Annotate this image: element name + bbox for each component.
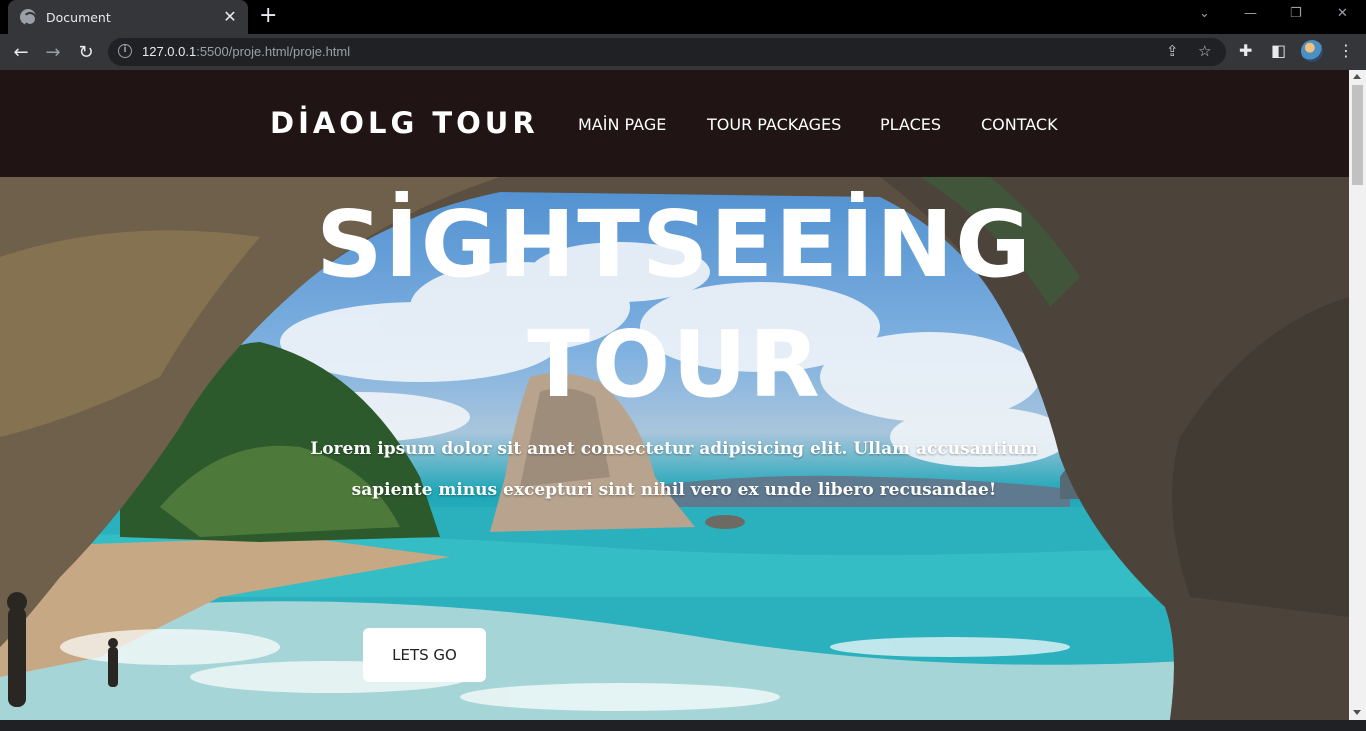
nav-contact[interactable]: CONTACK <box>981 115 1058 134</box>
tab-strip: Document ✕ + ⌄ — ❐ ✕ <box>0 0 1366 34</box>
sidepanel-icon[interactable]: ◧ <box>1271 41 1286 60</box>
hero-description-line2: sapiente minus excepturi sint nihil vero… <box>351 480 997 500</box>
forward-icon[interactable]: → <box>41 40 65 64</box>
scrollbar-thumb[interactable] <box>1352 85 1363 185</box>
hero-description-line1: Lorem ipsum dolor sit amet consectetur a… <box>310 439 1038 459</box>
url-text[interactable]: 127.0.0.1:5500/proje.html/proje.html <box>142 44 350 59</box>
hero-section: SİGHTSEEİNG TOUR Lorem ipsum dolor sit a… <box>0 177 1349 720</box>
plus-icon[interactable]: + <box>259 5 277 27</box>
nav-main-page[interactable]: MAİN PAGE <box>578 115 666 134</box>
share-icon[interactable]: ⇪ <box>1166 42 1179 60</box>
restore-icon[interactable]: ❐ <box>1290 6 1302 21</box>
info-icon[interactable]: i <box>118 44 132 58</box>
address-bar[interactable]: i 127.0.0.1:5500/proje.html/proje.html ⇪… <box>108 38 1226 66</box>
site-logo[interactable]: DİAOLG TOUR <box>270 106 539 140</box>
minimize-icon[interactable]: — <box>1244 6 1257 21</box>
browser-tab[interactable]: Document ✕ <box>8 0 248 34</box>
nav-places[interactable]: PLACES <box>880 115 941 134</box>
page-viewport: DİAOLG TOUR MAİN PAGE TOUR PACKAGES PLAC… <box>0 70 1349 720</box>
nav-tour-packages[interactable]: TOUR PACKAGES <box>707 115 841 134</box>
back-icon[interactable]: ← <box>9 40 33 64</box>
page-scrollbar[interactable] <box>1349 70 1366 720</box>
hero-title-line2: TOUR <box>527 311 822 418</box>
lets-go-button[interactable]: LETS GO <box>363 628 486 682</box>
close-icon[interactable]: ✕ <box>222 9 238 25</box>
hero-title-line1: SİGHTSEEİNG <box>316 191 1033 298</box>
profile-avatar[interactable] <box>1301 40 1323 62</box>
browser-toolbar: ← → ↻ i 127.0.0.1:5500/proje.html/proje.… <box>0 34 1366 70</box>
menu-icon[interactable]: ⋮ <box>1338 41 1354 60</box>
globe-icon <box>20 9 37 26</box>
scroll-up-icon[interactable] <box>1353 74 1361 79</box>
window-bottom-edge <box>0 720 1366 731</box>
tab-search-icon[interactable]: ⌄ <box>1199 6 1210 21</box>
star-icon[interactable]: ☆ <box>1198 42 1211 60</box>
scroll-down-icon[interactable] <box>1353 710 1361 715</box>
extensions-icon[interactable]: ✚ <box>1239 41 1252 60</box>
reload-icon[interactable]: ↻ <box>74 40 98 64</box>
tab-title: Document <box>46 9 111 25</box>
site-header: DİAOLG TOUR MAİN PAGE TOUR PACKAGES PLAC… <box>0 70 1349 177</box>
window-close-icon[interactable]: ✕ <box>1337 6 1348 21</box>
